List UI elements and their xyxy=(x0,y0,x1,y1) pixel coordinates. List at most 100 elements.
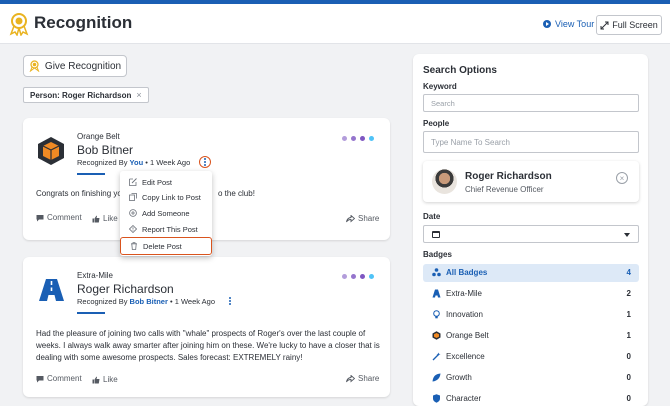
filter-chip-label: Person: Roger Richardson xyxy=(30,90,132,100)
recognizer-link[interactable]: Bob Bitner xyxy=(130,297,168,306)
thumbs-up-icon xyxy=(92,215,100,222)
menu-item-label: Delete Post xyxy=(143,241,182,251)
app-header: Recognition View Tour Full Screen xyxy=(0,4,670,44)
menu-item-add-someone[interactable]: Add Someone xyxy=(120,206,212,220)
people-placeholder: Type Name To Search xyxy=(431,137,511,147)
badge-filter-label: Orange Belt xyxy=(446,331,489,340)
badge-filter-extra-mile[interactable]: Extra-Mile 2 xyxy=(423,285,639,303)
avatar xyxy=(432,169,457,194)
comment-button[interactable]: Comment xyxy=(36,213,82,222)
badge-name: Orange Belt xyxy=(77,132,120,141)
share-icon xyxy=(346,374,355,382)
badges-label: Badges xyxy=(423,250,452,259)
menu-item-delete-post[interactable]: Delete Post xyxy=(120,237,212,255)
menu-item-label: Copy Link to Post xyxy=(142,192,201,202)
comment-icon xyxy=(36,375,44,382)
edit-icon xyxy=(129,178,137,186)
selected-person-role: Chief Revenue Officer xyxy=(465,185,544,194)
comment-button[interactable]: Comment xyxy=(36,374,82,383)
badge-filter-label: Extra-Mile xyxy=(446,289,483,298)
shield-icon xyxy=(433,394,440,403)
badge-filter-label: All Badges xyxy=(446,268,488,277)
share-button[interactable]: Share xyxy=(346,374,379,383)
leaf-icon xyxy=(432,373,441,382)
menu-item-edit-post[interactable]: Edit Post xyxy=(120,175,212,189)
panel-title: Search Options xyxy=(423,65,497,76)
more-options-icon[interactable] xyxy=(224,295,236,307)
give-recognition-label: Give Recognition xyxy=(44,60,122,72)
badge-filter-innovation[interactable]: Innovation 1 xyxy=(423,306,639,324)
menu-item-label: Add Someone xyxy=(142,208,190,218)
road-icon xyxy=(39,279,64,301)
menu-item-copy-link[interactable]: Copy Link to Post xyxy=(120,190,212,204)
badge-name: Extra-Mile xyxy=(77,271,114,280)
name-underline xyxy=(77,173,105,175)
thumbs-up-icon xyxy=(92,376,100,383)
selected-person-card: Roger Richardson Chief Revenue Officer × xyxy=(423,161,639,202)
post-message-line: weeks. I always walk away smarter after … xyxy=(36,341,380,350)
award-ribbon-icon xyxy=(29,60,40,72)
people-search-input[interactable]: Type Name To Search xyxy=(423,131,639,153)
recognition-post: Extra-Mile Roger Richardson Recognized B… xyxy=(23,257,390,397)
road-icon xyxy=(432,289,441,298)
view-tour-link[interactable]: View Tour xyxy=(543,19,594,29)
post-options-menu: Edit Post Copy Link to Post Add Someone … xyxy=(120,171,212,256)
badge-filter-excellence[interactable]: Excellence 0 xyxy=(423,348,639,366)
badge-filter-growth[interactable]: Growth 0 xyxy=(423,369,639,387)
keyword-search-input[interactable]: Search xyxy=(423,94,639,112)
like-label: Like xyxy=(103,214,118,223)
badge-filter-all[interactable]: All Badges 4 xyxy=(423,264,639,282)
award-ribbon-icon xyxy=(9,13,29,36)
menu-item-report-post[interactable]: Report This Post xyxy=(120,222,212,236)
recognized-by-line: Recognized By You • 1 Week Ago xyxy=(77,158,190,167)
report-icon xyxy=(129,225,137,233)
keyword-label: Keyword xyxy=(423,82,457,91)
post-color-dots xyxy=(342,136,374,141)
badge-filter-count: 0 xyxy=(626,373,631,382)
badge-filter-count: 4 xyxy=(626,268,631,277)
like-button[interactable]: Like xyxy=(92,375,118,384)
like-label: Like xyxy=(103,375,118,384)
color-dot xyxy=(369,274,374,279)
badge-filter-character[interactable]: Character 0 xyxy=(423,390,639,406)
orange-cube-icon xyxy=(432,331,441,340)
date-select[interactable] xyxy=(423,225,639,243)
recognizer-link[interactable]: You xyxy=(130,158,144,167)
badge-filter-label: Excellence xyxy=(446,352,485,361)
badge-filter-label: Growth xyxy=(446,373,472,382)
play-circle-icon xyxy=(543,20,551,28)
badge-filter-orange-belt[interactable]: Orange Belt 1 xyxy=(423,327,639,345)
post-time: • 1 Week Ago xyxy=(145,158,191,167)
share-label: Share xyxy=(358,214,380,223)
trash-icon xyxy=(131,242,137,250)
color-dot xyxy=(342,274,347,279)
view-tour-label: View Tour xyxy=(555,19,595,29)
keyword-placeholder: Search xyxy=(431,98,455,108)
close-icon[interactable]: × xyxy=(136,90,141,100)
share-label: Share xyxy=(358,374,380,383)
comment-icon xyxy=(36,214,44,221)
like-button[interactable]: Like xyxy=(92,214,118,223)
give-recognition-button[interactable]: Give Recognition xyxy=(23,55,127,77)
recipient-name[interactable]: Bob Bitner xyxy=(77,143,133,157)
menu-item-label: Edit Post xyxy=(142,177,173,187)
copy-icon xyxy=(129,193,137,201)
share-button[interactable]: Share xyxy=(346,214,379,223)
color-dot xyxy=(351,136,356,141)
badge-filter-label: Innovation xyxy=(446,310,483,319)
selected-person-name: Roger Richardson xyxy=(465,171,552,182)
recipient-name[interactable]: Roger Richardson xyxy=(77,282,174,296)
comment-label: Comment xyxy=(47,374,82,383)
expand-icon xyxy=(600,21,609,29)
person-filter-chip: Person: Roger Richardson × xyxy=(23,87,149,103)
close-icon[interactable]: × xyxy=(616,172,628,184)
full-screen-button[interactable]: Full Screen xyxy=(596,15,662,35)
badge-filter-count: 0 xyxy=(626,352,631,361)
search-options-panel: Search Options Keyword Search People Typ… xyxy=(413,54,648,406)
comment-label: Comment xyxy=(47,213,82,222)
color-dot xyxy=(351,274,356,279)
color-dot xyxy=(342,136,347,141)
recognized-by-line: Recognized By Bob Bitner • 1 Week Ago xyxy=(77,297,215,306)
more-options-icon[interactable] xyxy=(199,156,211,168)
badge-filter-count: 1 xyxy=(626,310,631,319)
